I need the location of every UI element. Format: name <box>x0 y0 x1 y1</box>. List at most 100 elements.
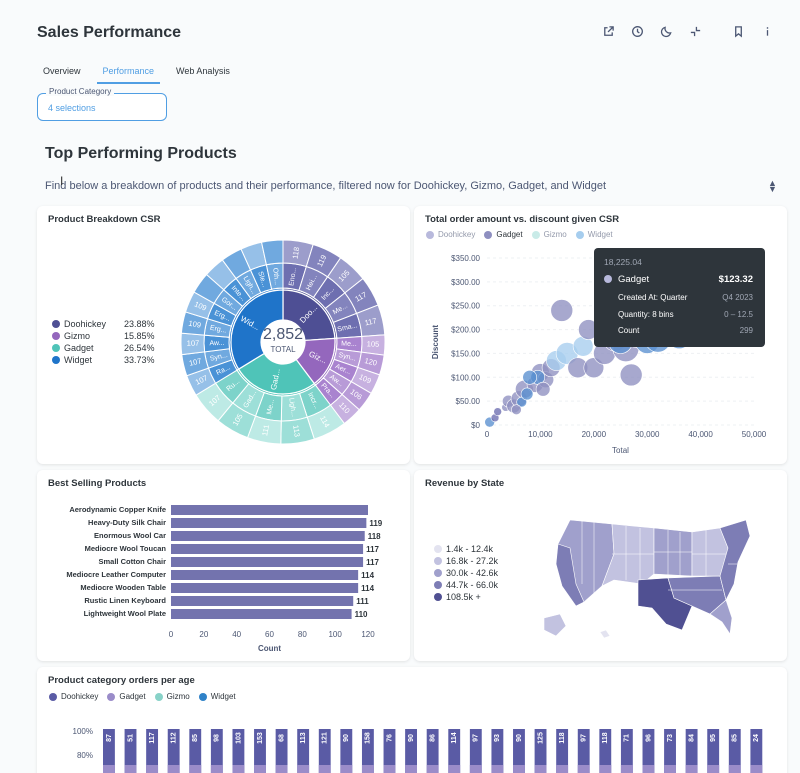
stacked-bar-gadget[interactable] <box>491 765 504 773</box>
product-category-filter[interactable]: Product Category 4 selections <box>37 87 167 121</box>
stacked-bar-gadget[interactable] <box>448 765 461 773</box>
tooltip-value: $123.32 <box>718 274 753 285</box>
bar-category-label: Enormous Wool Car <box>94 531 166 540</box>
bar[interactable] <box>171 544 364 554</box>
tab-performance[interactable]: Performance <box>96 64 161 84</box>
bar-total-label: 90 <box>516 734 523 742</box>
stacked-bar-gadget[interactable] <box>426 765 439 773</box>
stacked-bar-gadget[interactable] <box>383 765 396 773</box>
stacked-bar-gadget[interactable] <box>340 765 353 773</box>
x-tick-label: 40,000 <box>688 430 713 439</box>
stacked-bar-gadget[interactable] <box>103 765 115 773</box>
scatter-bubble[interactable] <box>522 369 538 385</box>
bar-total-label: 114 <box>451 732 458 743</box>
tab-web-analysis[interactable]: Web Analysis <box>170 64 236 84</box>
best-selling-bar-chart[interactable]: Aerodynamic Copper Knife Heavy-Duty Silk … <box>37 470 410 661</box>
x-tick-label: 40 <box>232 630 241 639</box>
stacked-bar-gadget[interactable] <box>685 765 698 773</box>
tab-overview[interactable]: Overview <box>37 64 87 84</box>
bar-category-label: Aerodynamic Copper Knife <box>69 505 166 514</box>
bar[interactable] <box>171 570 359 580</box>
stacked-bar-gadget[interactable] <box>664 765 676 773</box>
stacked-bar-gadget[interactable] <box>297 765 310 773</box>
stacked-bar-gadget[interactable] <box>750 765 763 773</box>
stacked-bar-gadget[interactable] <box>469 765 482 773</box>
x-tick-label: 100 <box>328 630 342 639</box>
scatter-bubble[interactable] <box>535 381 551 397</box>
us-choropleth-map[interactable] <box>542 514 752 644</box>
orders-per-age-card: Product category orders per age Doohicke… <box>37 667 787 773</box>
stacked-bar-gadget[interactable] <box>232 765 245 773</box>
bar-total-label: 158 <box>365 732 372 744</box>
bar-total-label: 103 <box>235 732 242 744</box>
collapse-icon[interactable] <box>681 22 710 40</box>
stacked-bar-gadget[interactable] <box>361 765 374 773</box>
x-tick-label: 20 <box>199 630 208 639</box>
stacked-bar-gadget[interactable] <box>210 765 223 773</box>
stacked-bar-gadget[interactable] <box>620 765 633 773</box>
bar-value-label: 114 <box>361 571 374 580</box>
stacked-bar-gadget[interactable] <box>189 765 202 773</box>
orders-per-age-chart[interactable]: 100% 80% 87 51 117 112 85 98 103 153 68 113 121 90 158… <box>37 667 787 773</box>
bar-total-label: 97 <box>473 734 480 742</box>
bar[interactable] <box>171 505 368 515</box>
bar-value-label: 117 <box>366 545 379 554</box>
stacked-bar-gadget[interactable] <box>556 765 569 773</box>
stacked-bar-gadget[interactable] <box>728 765 741 773</box>
stacked-bar-gadget[interactable] <box>275 765 288 773</box>
stacked-bar-gadget[interactable] <box>146 765 159 773</box>
header-actions <box>594 22 782 40</box>
scatter-bubble[interactable] <box>619 363 643 387</box>
scatter-bubble[interactable] <box>511 404 522 416</box>
bar[interactable] <box>171 531 365 541</box>
bar-total-label: 85 <box>732 734 739 742</box>
stacked-bar-gadget[interactable] <box>167 765 180 773</box>
scatter-bubble[interactable] <box>520 387 534 401</box>
bar-total-label: 117 <box>149 732 156 743</box>
legend-item-gadget[interactable]: Gadget 26.54% <box>52 342 155 354</box>
stacked-bar-gadget[interactable] <box>405 765 417 773</box>
stacked-bar-gadget[interactable] <box>254 765 266 773</box>
stacked-bar-gadget[interactable] <box>513 765 525 773</box>
clock-icon[interactable] <box>623 22 652 40</box>
legend-item-widget[interactable]: Widget 33.73% <box>52 354 155 366</box>
scatter-bubble[interactable] <box>493 407 502 416</box>
external-link-icon[interactable] <box>594 22 623 40</box>
legend-dot <box>52 332 60 340</box>
bar[interactable] <box>171 583 359 593</box>
scatter-bubble[interactable] <box>550 299 574 322</box>
bar-total-label: 97 <box>581 734 588 742</box>
y-tick-label: $200.00 <box>451 326 480 335</box>
legend-item-doohickey[interactable]: Doohickey 23.88% <box>52 318 155 330</box>
bar[interactable] <box>171 557 364 567</box>
bar[interactable] <box>171 609 352 619</box>
x-tick-label: 0 <box>169 630 174 639</box>
bar[interactable] <box>171 518 367 528</box>
y-tick-label: 100% <box>73 727 93 736</box>
bar-total-label: 90 <box>343 734 350 742</box>
bar[interactable] <box>171 596 354 606</box>
bar-total-label: 118 <box>559 732 566 743</box>
filter-value: 4 selections <box>48 103 96 113</box>
bar-category-label: Rustic Linen Keyboard <box>84 596 166 605</box>
sunburst-chart[interactable]: Doo...Eno...118Hei...119Inc...105Me...11… <box>173 232 393 452</box>
moon-icon[interactable] <box>652 22 681 40</box>
info-icon[interactable] <box>753 22 782 40</box>
stacked-bar-gadget[interactable] <box>577 765 590 773</box>
x-tick-label: 20,000 <box>582 430 607 439</box>
legend-item-gizmo[interactable]: Gizmo 15.85% <box>52 330 155 342</box>
stacked-bar-gadget[interactable] <box>599 765 612 773</box>
stacked-bar-gadget[interactable] <box>534 765 547 773</box>
bar-total-label: 73 <box>667 734 674 742</box>
stacked-bar-gadget[interactable] <box>707 765 720 773</box>
bookmark-icon[interactable] <box>724 22 753 40</box>
text-cursor-icon: I <box>60 174 64 188</box>
section-description: Find below a breakdown of products and t… <box>45 180 607 192</box>
y-tick-label: $0 <box>471 421 480 430</box>
bar-total-label: 87 <box>106 734 113 742</box>
stacked-bar-gadget[interactable] <box>124 765 137 773</box>
stacked-bar-gadget[interactable] <box>642 765 655 773</box>
bar-value-label: 114 <box>361 584 374 593</box>
expand-toggle-icon[interactable]: ▲ ▼ <box>768 179 777 194</box>
stacked-bar-gadget[interactable] <box>318 765 331 773</box>
